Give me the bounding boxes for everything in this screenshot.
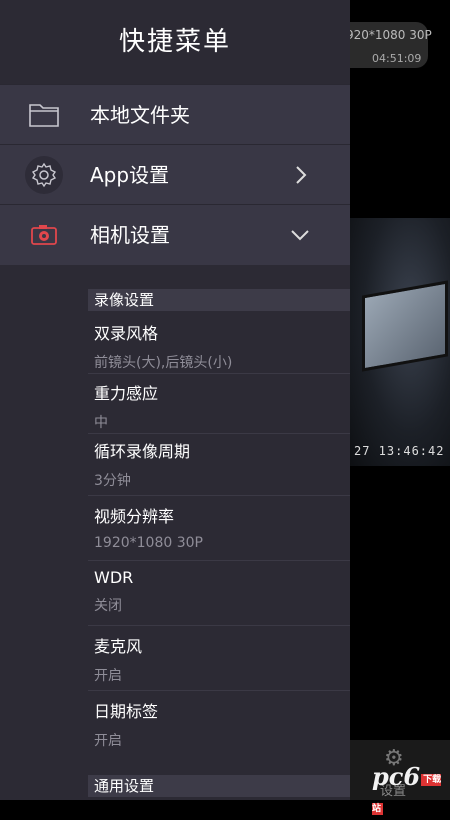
video-thumbnail[interactable]: 27 13:46:42 <box>350 218 450 466</box>
setting-video-resolution[interactable]: 视频分辨率 1920*1080 30P <box>88 503 350 561</box>
setting-name: 双录风格 <box>94 324 159 343</box>
chevron-down-icon <box>290 205 310 289</box>
setting-name: WDR <box>94 568 134 587</box>
setting-value: 1920*1080 30P <box>94 535 203 551</box>
folder-icon <box>22 95 66 135</box>
setting-name: 日期标签 <box>94 702 159 721</box>
setting-microphone[interactable]: 麦克风 开启 <box>88 633 350 691</box>
setting-value: 3分钟 <box>94 473 131 489</box>
divider <box>88 625 350 626</box>
nav-item-app-settings[interactable]: App设置 <box>0 144 350 205</box>
drawer-title: 快捷菜单 <box>118 27 231 57</box>
nav-label: App设置 <box>90 163 170 187</box>
resolution-readout: 920*1080 30P <box>346 28 432 42</box>
setting-value: 开启 <box>94 668 122 684</box>
watermark-logo: pc6 下载站 <box>372 762 442 815</box>
setting-wdr[interactable]: WDR 关闭 <box>88 568 350 626</box>
section-header-recording: 录像设置 <box>88 289 350 311</box>
gear-icon <box>22 155 66 195</box>
setting-gravity-sensor[interactable]: 重力感应 中 <box>88 380 350 434</box>
section-header-general: 通用设置 <box>88 775 350 797</box>
setting-dual-recording-style[interactable]: 双录风格 前镜头(大),后镜头(小) <box>88 320 350 374</box>
divider <box>88 495 350 496</box>
setting-date-stamp[interactable]: 日期标签 开启 <box>94 698 350 750</box>
preview-scene <box>362 280 448 372</box>
time-readout: 04:51:09 <box>372 52 422 65</box>
setting-value: 前镜头(大),后镜头(小) <box>94 355 233 371</box>
divider <box>88 560 350 561</box>
setting-value: 关闭 <box>94 598 122 614</box>
divider <box>88 690 350 691</box>
nav-label: 本地文件夹 <box>90 103 190 127</box>
setting-name: 重力感应 <box>94 384 159 403</box>
nav-label: 相机设置 <box>90 223 170 247</box>
setting-name: 视频分辨率 <box>94 507 175 526</box>
setting-name: 循环录像周期 <box>94 442 191 461</box>
nav-item-camera-settings[interactable]: 相机设置 <box>0 204 350 265</box>
divider <box>88 433 350 434</box>
preview-timestamp: 27 13:46:42 <box>354 444 445 458</box>
quick-menu-drawer: 快捷菜单 本地文件夹 App设置 相机设置 录像设置 双录风格 前镜头(大),后… <box>0 0 350 800</box>
setting-loop-recording-cycle[interactable]: 循环录像周期 3分钟 <box>88 438 350 496</box>
divider <box>88 373 350 374</box>
nav-item-local-folder[interactable]: 本地文件夹 <box>0 84 350 145</box>
setting-value: 中 <box>94 415 108 431</box>
setting-name: 麦克风 <box>94 637 143 656</box>
camera-icon <box>22 215 66 255</box>
setting-value: 开启 <box>94 733 122 749</box>
